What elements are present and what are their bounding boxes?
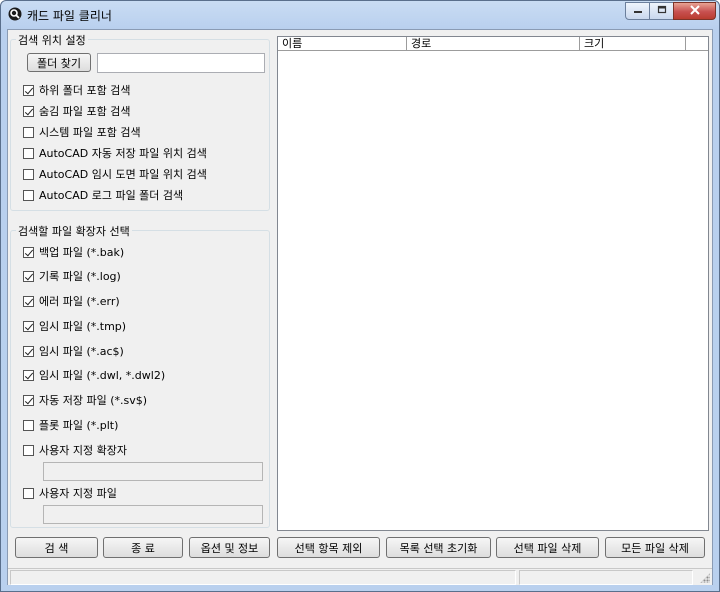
- checkbox-label: 에러 파일 (*.err): [39, 295, 120, 308]
- log-folder-checkbox[interactable]: AutoCAD 로그 파일 폴더 검색: [23, 187, 183, 203]
- checkbox-label: 플롯 파일 (*.plt): [39, 419, 119, 432]
- file-list-header: 이름 경로 크기: [278, 37, 708, 51]
- include-subfolders-checkbox[interactable]: 하위 폴더 포함 검색: [23, 82, 130, 98]
- status-bar: [8, 568, 712, 585]
- custom-file-checkbox[interactable]: 사용자 지정 파일: [23, 485, 117, 501]
- include-system-checkbox[interactable]: 시스템 파일 포함 검색: [23, 124, 141, 140]
- checkbox-box[interactable]: [23, 394, 34, 406]
- checkbox-box[interactable]: [23, 105, 34, 117]
- checkbox-box[interactable]: [23, 369, 34, 381]
- sv-dollar-checkbox[interactable]: 자동 저장 파일 (*.sv$): [23, 392, 147, 408]
- checkbox-box[interactable]: [23, 444, 34, 456]
- checkbox-box[interactable]: [23, 246, 34, 258]
- extensions-group: 검색할 파일 확장자 선택 백업 파일 (*.bak) 기록 파일 (*.log…: [10, 223, 270, 528]
- checkbox-label: 사용자 지정 확장자: [39, 444, 127, 457]
- search-button[interactable]: 검 색: [15, 537, 98, 558]
- minimize-icon: [633, 5, 643, 18]
- log-checkbox[interactable]: 기록 파일 (*.log): [23, 268, 121, 284]
- close-button[interactable]: [673, 2, 716, 20]
- delete-selected-button[interactable]: 선택 파일 삭제: [496, 537, 599, 558]
- status-pane-secondary: [519, 570, 693, 585]
- checkbox-box[interactable]: [23, 84, 34, 96]
- app-window: 캐드 파일 클리너 검색 위치 설정 폴더 찾기 하위 폴더 포함 검색 숨김 …: [0, 0, 720, 592]
- checkbox-label: 임시 파일 (*.ac$): [39, 345, 124, 358]
- minimize-button[interactable]: [625, 2, 650, 20]
- checkbox-label: 기록 파일 (*.log): [39, 270, 121, 283]
- checkbox-box[interactable]: [23, 189, 34, 201]
- bak-checkbox[interactable]: 백업 파일 (*.bak): [23, 244, 124, 260]
- temp-drawing-location-checkbox[interactable]: AutoCAD 임시 도면 파일 위치 검색: [23, 166, 207, 182]
- magnifier-app-icon: [8, 7, 22, 21]
- ac-dollar-checkbox[interactable]: 임시 파일 (*.ac$): [23, 343, 124, 359]
- file-list[interactable]: 이름 경로 크기: [277, 36, 709, 531]
- checkbox-label: 시스템 파일 포함 검색: [39, 126, 141, 139]
- resize-grip-icon[interactable]: [700, 573, 710, 583]
- search-location-group-title: 검색 위치 설정: [16, 32, 88, 48]
- column-header-size[interactable]: 크기: [580, 37, 686, 51]
- window-title: 캐드 파일 클리너: [27, 9, 112, 23]
- checkbox-label: AutoCAD 자동 저장 파일 위치 검색: [39, 147, 207, 160]
- checkbox-box[interactable]: [23, 345, 34, 357]
- checkbox-box[interactable]: [23, 419, 34, 431]
- custom-extension-checkbox[interactable]: 사용자 지정 확장자: [23, 442, 127, 458]
- column-header-path[interactable]: 경로: [407, 37, 580, 51]
- folder-path-input[interactable]: [97, 53, 265, 73]
- plt-checkbox[interactable]: 플롯 파일 (*.plt): [23, 417, 118, 433]
- dwl-checkbox[interactable]: 임시 파일 (*.dwl, *.dwl2): [23, 367, 165, 383]
- column-header-name[interactable]: 이름: [278, 37, 407, 51]
- reset-selection-button[interactable]: 목록 선택 초기화: [386, 537, 491, 558]
- checkbox-box[interactable]: [23, 320, 34, 332]
- checkbox-box[interactable]: [23, 168, 34, 180]
- exit-button[interactable]: 종 료: [103, 537, 183, 558]
- checkbox-label: AutoCAD 임시 도면 파일 위치 검색: [39, 168, 207, 181]
- custom-file-input[interactable]: [43, 505, 263, 524]
- checkbox-box[interactable]: [23, 295, 34, 307]
- title-bar[interactable]: 캐드 파일 클리너: [1, 1, 719, 27]
- checkbox-label: 사용자 지정 파일: [39, 487, 117, 500]
- status-pane-main: [10, 570, 516, 585]
- tmp-checkbox[interactable]: 임시 파일 (*.tmp): [23, 318, 126, 334]
- checkbox-label: 임시 파일 (*.tmp): [39, 320, 127, 333]
- maximize-icon: [657, 5, 667, 18]
- close-icon: [689, 4, 701, 18]
- find-folder-button[interactable]: 폴더 찾기: [27, 53, 91, 72]
- checkbox-label: 자동 저장 파일 (*.sv$): [39, 394, 148, 407]
- delete-all-button[interactable]: 모든 파일 삭제: [605, 537, 705, 558]
- maximize-button[interactable]: [649, 2, 674, 20]
- options-info-button[interactable]: 옵션 및 정보: [189, 537, 270, 558]
- checkbox-label: 백업 파일 (*.bak): [39, 246, 125, 259]
- search-location-group: 검색 위치 설정 폴더 찾기 하위 폴더 포함 검색 숨김 파일 포함 검색 시…: [10, 32, 270, 211]
- err-checkbox[interactable]: 에러 파일 (*.err): [23, 293, 120, 309]
- checkbox-box[interactable]: [23, 126, 34, 138]
- checkbox-label: AutoCAD 로그 파일 폴더 검색: [39, 189, 184, 202]
- checkbox-box[interactable]: [23, 487, 34, 499]
- client-area: 검색 위치 설정 폴더 찾기 하위 폴더 포함 검색 숨김 파일 포함 검색 시…: [7, 29, 713, 585]
- checkbox-box[interactable]: [23, 147, 34, 159]
- autosave-location-checkbox[interactable]: AutoCAD 자동 저장 파일 위치 검색: [23, 145, 207, 161]
- checkbox-box[interactable]: [23, 270, 34, 282]
- checkbox-label: 임시 파일 (*.dwl, *.dwl2): [39, 369, 166, 382]
- checkbox-label: 숨김 파일 포함 검색: [39, 105, 131, 118]
- exclude-selected-button[interactable]: 선택 항목 제외: [277, 537, 380, 558]
- checkbox-label: 하위 폴더 포함 검색: [39, 84, 131, 97]
- extensions-group-title: 검색할 파일 확장자 선택: [16, 223, 132, 239]
- custom-extension-input[interactable]: [43, 462, 263, 481]
- include-hidden-checkbox[interactable]: 숨김 파일 포함 검색: [23, 103, 130, 119]
